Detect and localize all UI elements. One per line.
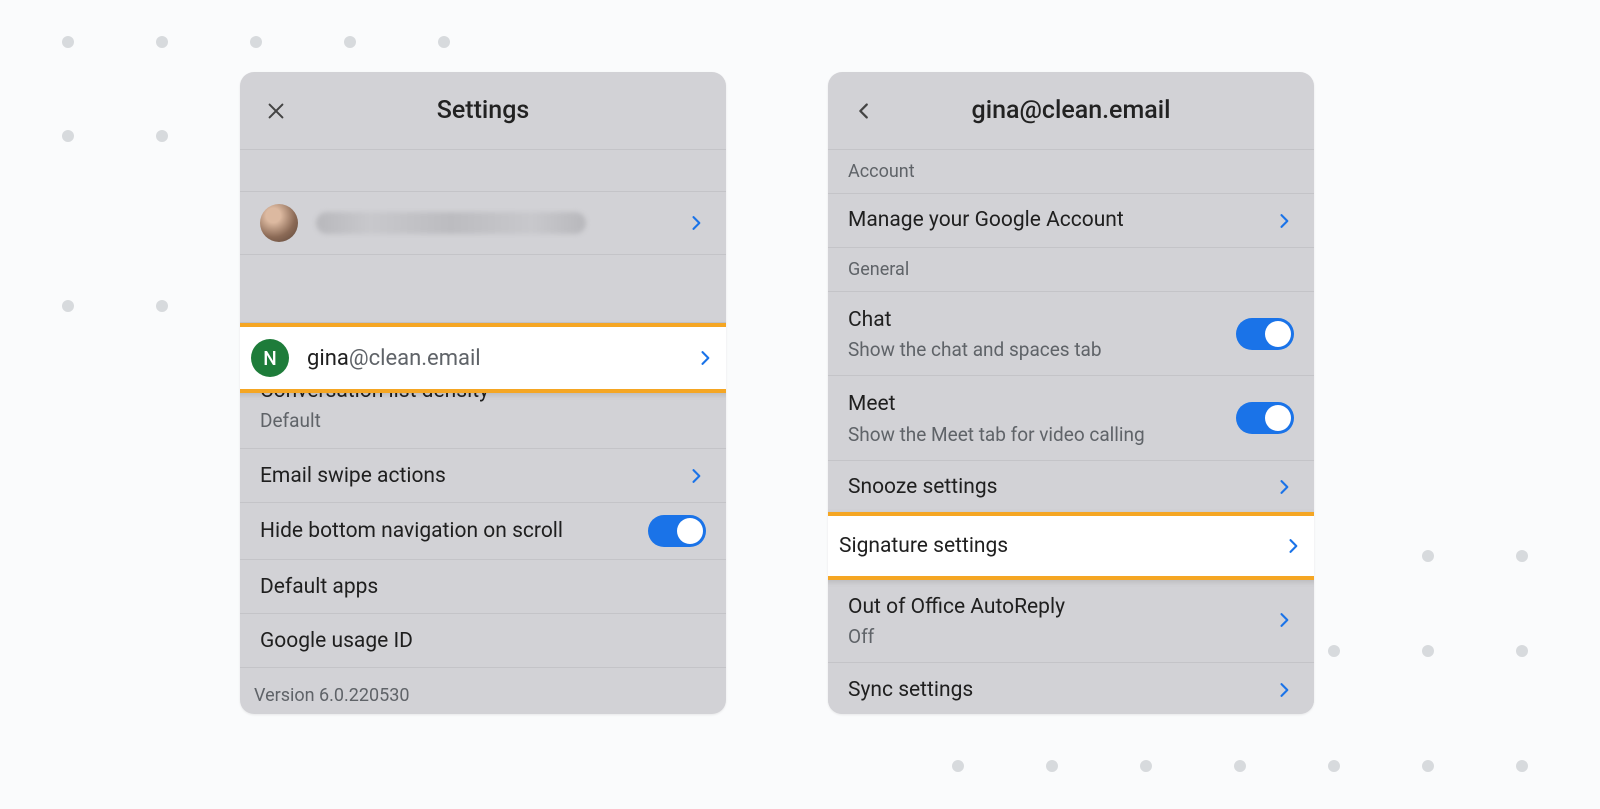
- row-label: Signature settings: [839, 534, 1283, 558]
- email-local: gina: [307, 346, 349, 371]
- chevron-right-icon: [695, 348, 715, 368]
- chevron-right-icon: [1274, 211, 1294, 231]
- page-title: gina@clean.email: [828, 96, 1314, 125]
- dot: [156, 36, 168, 48]
- dot: [1234, 760, 1246, 772]
- toggle-switch[interactable]: [1236, 402, 1294, 434]
- dot: [1422, 760, 1434, 772]
- settings-panel: Settings Conversation list density Defau…: [240, 72, 726, 714]
- section-account: Account: [828, 150, 1314, 194]
- meet-row[interactable]: Meet Show the Meet tab for video calling: [828, 376, 1314, 460]
- dot: [1516, 645, 1528, 657]
- toggle-switch[interactable]: [648, 515, 706, 547]
- account-row-placeholder: [240, 255, 726, 323]
- dot: [62, 300, 74, 312]
- row-label: Snooze settings: [848, 473, 1274, 501]
- google-usage-id-row[interactable]: Google usage ID: [240, 614, 726, 668]
- dot: [1422, 645, 1434, 657]
- dot: [1516, 760, 1528, 772]
- dot: [1046, 760, 1058, 772]
- dot: [156, 130, 168, 142]
- row-label: Hide bottom navigation on scroll: [260, 517, 648, 545]
- blurred-email: [316, 212, 586, 234]
- default-apps-row[interactable]: Default apps: [240, 560, 726, 614]
- sync-settings-row[interactable]: Sync settings: [828, 663, 1314, 714]
- toggle-switch[interactable]: [1236, 318, 1294, 350]
- row-label: Email swipe actions: [260, 462, 686, 490]
- hide-bottom-nav-row[interactable]: Hide bottom navigation on scroll: [240, 503, 726, 560]
- page-title: Settings: [240, 96, 726, 125]
- section-general: General: [828, 248, 1314, 292]
- close-icon[interactable]: [260, 95, 292, 127]
- row-label: Default apps: [260, 573, 706, 601]
- manage-google-account-row[interactable]: Manage your Google Account: [828, 194, 1314, 248]
- row-label: Out of Office AutoReply: [848, 593, 1274, 621]
- chevron-right-icon: [686, 213, 706, 233]
- account-row-blurred[interactable]: [240, 192, 726, 255]
- chevron-right-icon: [1283, 536, 1303, 556]
- dot: [438, 36, 450, 48]
- dot: [1422, 550, 1434, 562]
- dot: [1328, 760, 1340, 772]
- account-row-gina[interactable]: N gina@clean.email: [240, 323, 726, 393]
- dot: [1140, 760, 1152, 772]
- row-subtitle: Show the Meet tab for video calling: [848, 423, 1236, 446]
- section-gap: [240, 150, 726, 192]
- row-value: Default: [260, 409, 706, 432]
- account-email: gina@clean.email: [307, 346, 481, 371]
- row-label: Meet: [848, 390, 1236, 418]
- dot: [1516, 550, 1528, 562]
- chevron-right-icon: [1274, 680, 1294, 700]
- row-label: Chat: [848, 306, 1236, 334]
- email-domain: @clean.email: [349, 346, 481, 371]
- row-label: Google usage ID: [260, 627, 706, 655]
- avatar: N: [251, 339, 289, 377]
- signature-settings-row[interactable]: Signature settings: [828, 512, 1314, 580]
- snooze-settings-row[interactable]: Snooze settings: [828, 461, 1314, 515]
- avatar: [260, 204, 298, 242]
- account-header: gina@clean.email: [828, 72, 1314, 150]
- chevron-right-icon: [1274, 610, 1294, 630]
- dot: [344, 36, 356, 48]
- row-subtitle: Show the chat and spaces tab: [848, 338, 1236, 361]
- email-swipe-actions-row[interactable]: Email swipe actions: [240, 449, 726, 503]
- chevron-right-icon: [686, 466, 706, 486]
- settings-header: Settings: [240, 72, 726, 150]
- dot: [62, 130, 74, 142]
- dot: [62, 36, 74, 48]
- out-of-office-row[interactable]: Out of Office AutoReply Off: [828, 579, 1314, 663]
- dot: [250, 36, 262, 48]
- row-label: Sync settings: [848, 676, 1274, 704]
- avatar-letter: N: [263, 347, 276, 370]
- chat-row[interactable]: Chat Show the chat and spaces tab: [828, 292, 1314, 376]
- row-value: Off: [848, 625, 1274, 648]
- row-label: Manage your Google Account: [848, 206, 1274, 234]
- dot: [156, 300, 168, 312]
- account-settings-panel: gina@clean.email Account Manage your Goo…: [828, 72, 1314, 714]
- version-label: Version 6.0.220530: [254, 685, 409, 706]
- back-icon[interactable]: [848, 95, 880, 127]
- dot: [952, 760, 964, 772]
- chevron-right-icon: [1274, 477, 1294, 497]
- dot: [1328, 645, 1340, 657]
